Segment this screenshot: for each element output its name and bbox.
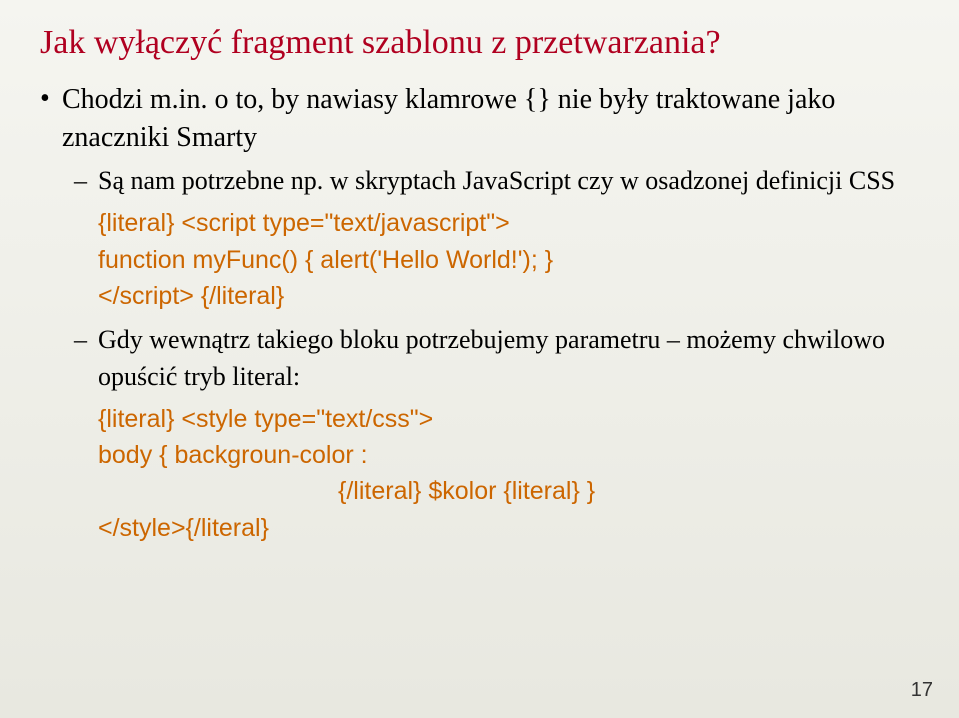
page-number: 17 [911,679,933,702]
bullet-item-1-text: Chodzi m.in. o to, by nawiasy klamrowe {… [62,84,835,153]
bullet-list-level2: Są nam potrzebne np. w skryptach JavaScr… [62,163,919,546]
code-line: </style>{/literal} [98,510,919,546]
code-block-2: {literal} <style type="text/css"> body {… [98,401,919,546]
code-line: function myFunc() { alert('Hello World!'… [98,242,919,278]
sub-item-2: Gdy wewnątrz takiego bloku potrzebujemy … [98,322,919,546]
sub-item-1: Są nam potrzebne np. w skryptach JavaScr… [98,163,919,314]
sub-item-2-text: Gdy wewnątrz takiego bloku potrzebujemy … [98,325,885,390]
bullet-item-1: Chodzi m.in. o to, by nawiasy klamrowe {… [62,81,919,546]
code-line: body { backgroun-color : [98,437,919,473]
slide-title: Jak wyłączyć fragment szablonu z przetwa… [40,24,919,61]
code-line: {literal} <script type="text/javascript"… [98,205,919,241]
code-line: {literal} <style type="text/css"> [98,401,919,437]
code-block-1: {literal} <script type="text/javascript"… [98,205,919,314]
code-line: </script> {/literal} [98,278,919,314]
code-line: {/literal} $kolor {literal} } [98,473,919,509]
sub-item-1-text: Są nam potrzebne np. w skryptach JavaScr… [98,166,895,195]
bullet-list-level1: Chodzi m.in. o to, by nawiasy klamrowe {… [40,81,919,546]
